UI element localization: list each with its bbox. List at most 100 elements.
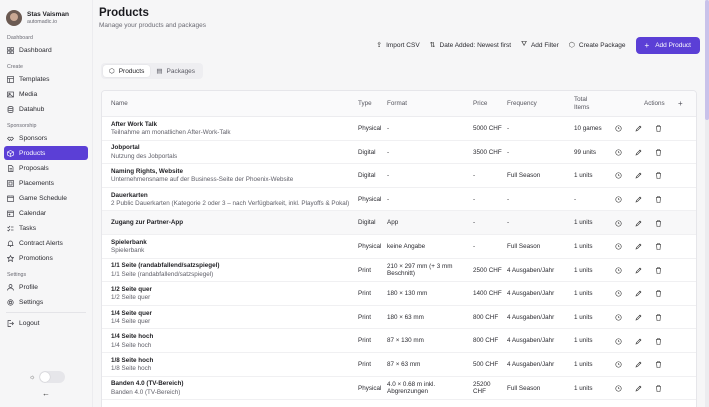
tab-packages[interactable]: ▤ Packages <box>150 65 201 77</box>
main-content: Products Manage your products and packag… <box>93 0 709 407</box>
scroll-thumb[interactable] <box>705 0 709 120</box>
sidebar-item-game-schedule[interactable]: Game Schedule <box>4 191 88 205</box>
add-filter-button[interactable]: ⛛ Add Filter <box>521 41 559 49</box>
edit-icon[interactable] <box>635 259 642 283</box>
sort-button[interactable]: ⇅ Date Added: Newest first <box>430 41 511 50</box>
history-icon[interactable] <box>615 329 622 353</box>
delete-icon[interactable] <box>655 329 662 353</box>
table-row[interactable]: 1/1 Seite (randabfallend/satzspiegel) 1/… <box>102 259 696 283</box>
sidebar-item-products[interactable]: Products <box>4 146 88 160</box>
history-icon[interactable] <box>615 259 622 283</box>
history-icon[interactable] <box>615 188 622 212</box>
sidebar-item-dashboard[interactable]: Dashboard <box>4 43 88 57</box>
edit-icon[interactable] <box>635 353 642 377</box>
sidebar-item-placements[interactable]: Placements <box>4 176 88 190</box>
edit-icon[interactable] <box>635 377 642 401</box>
header-total-items[interactable]: Total Items <box>574 91 600 117</box>
delete-icon[interactable] <box>655 117 662 141</box>
add-column-icon[interactable]: + <box>678 91 683 117</box>
page-scrollbar[interactable] <box>705 0 709 407</box>
delete-icon[interactable] <box>655 141 662 165</box>
header-price[interactable]: Price <box>473 91 487 117</box>
table-row[interactable]: Banden 4.0 (TV-Bereich) Banden 4.0 (TV-B… <box>102 377 696 401</box>
history-icon[interactable] <box>615 306 622 330</box>
table-body: After Work Talk Teilnahme am monatlichen… <box>102 117 696 407</box>
delete-icon[interactable] <box>655 211 662 235</box>
product-description: 1/4 Seite quer <box>111 318 151 326</box>
delete-icon[interactable] <box>655 353 662 377</box>
edit-icon[interactable] <box>635 188 642 212</box>
edit-icon[interactable] <box>635 329 642 353</box>
history-icon[interactable] <box>615 353 622 377</box>
table-row[interactable]: After Work Talk Teilnahme am monatlichen… <box>102 117 696 141</box>
edit-icon[interactable] <box>635 211 642 235</box>
table-row[interactable]: Spielerbank Spielerbank Physical keine A… <box>102 235 696 259</box>
edit-icon[interactable] <box>635 306 642 330</box>
history-icon[interactable] <box>615 211 622 235</box>
edit-icon[interactable] <box>635 141 642 165</box>
edit-icon[interactable] <box>635 400 642 407</box>
product-name: 1/8 Seite hoch <box>111 356 154 364</box>
table-row[interactable]: 1/4 Seite hoch 1/4 Seite hoch Print 87 ×… <box>102 329 696 353</box>
history-icon[interactable] <box>615 377 622 401</box>
collapse-sidebar-icon[interactable]: ← <box>42 389 50 398</box>
theme-toggle[interactable] <box>39 371 66 383</box>
history-icon[interactable] <box>615 282 622 306</box>
delete-icon[interactable] <box>655 282 662 306</box>
header-type[interactable]: Type <box>358 91 372 117</box>
table-row[interactable]: Banden 4.0 (Nicht TV-Bereich) 4.0 × 0.68… <box>102 400 696 407</box>
table-row[interactable]: Zugang zur Partner-App Digital App - - 1… <box>102 211 696 235</box>
header-format[interactable]: Format <box>387 91 407 117</box>
history-icon[interactable] <box>615 141 622 165</box>
delete-icon[interactable] <box>655 377 662 401</box>
history-icon[interactable] <box>615 235 622 259</box>
table-row[interactable]: 1/8 Seite hoch 1/8 Seite hoch Print 87 ×… <box>102 353 696 377</box>
header-name[interactable]: Name <box>111 91 128 117</box>
sidebar-item-proposals[interactable]: Proposals <box>4 161 88 175</box>
user-profile[interactable]: Stas Vaisman automadic.io <box>0 0 92 28</box>
sidebar-item-datahub[interactable]: Datahub <box>4 102 88 116</box>
sidebar-item-tasks[interactable]: Tasks <box>4 221 88 235</box>
sidebar-item-media[interactable]: Media <box>4 87 88 101</box>
sidebar-item-logout[interactable]: Logout <box>4 316 88 330</box>
sidebar-item-settings[interactable]: Settings <box>4 295 88 309</box>
table-row[interactable]: Dauerkarten 2 Public Dauerkarten (Katego… <box>102 188 696 212</box>
product-format: 4.0 × 0.68 m inkl. Abgrenzungen <box>387 380 436 396</box>
add-product-button[interactable]: + Add Product <box>635 36 700 54</box>
product-description: 1/4 Seite hoch <box>111 341 152 349</box>
delete-icon[interactable] <box>655 235 662 259</box>
delete-icon[interactable] <box>655 259 662 283</box>
product-format: 210 × 297 mm (+ 3 mm Beschnitt) <box>387 262 453 278</box>
history-icon[interactable] <box>615 400 622 407</box>
product-description: 1/8 Seite hoch <box>111 365 152 373</box>
schedule-icon <box>7 195 14 202</box>
sidebar-item-calendar[interactable]: Calendar <box>4 206 88 220</box>
table-row[interactable]: 1/2 Seite quer 1/2 Seite quer Print 180 … <box>102 282 696 306</box>
delete-icon[interactable] <box>655 164 662 188</box>
sidebar-item-contract-alerts[interactable]: Contract Alerts <box>4 236 88 250</box>
delete-icon[interactable] <box>655 400 662 407</box>
sidebar-item-sponsors[interactable]: Sponsors <box>4 131 88 145</box>
header-frequency[interactable]: Frequency <box>507 91 537 117</box>
product-price: 800 CHF <box>473 313 499 321</box>
sidebar-item-promotions[interactable]: Promotions <box>4 251 88 265</box>
product-total-items: 1 units <box>574 219 593 227</box>
edit-icon[interactable] <box>635 235 642 259</box>
delete-icon[interactable] <box>655 306 662 330</box>
table-row[interactable]: Jobportal Nutzung des Jobportals Digital… <box>102 141 696 165</box>
sidebar-item-templates[interactable]: Templates <box>4 72 88 86</box>
history-icon[interactable] <box>615 164 622 188</box>
create-package-button[interactable]: ⬡ Create Package <box>569 41 626 50</box>
delete-icon[interactable] <box>655 188 662 212</box>
sidebar-item-profile[interactable]: Profile <box>4 280 88 294</box>
edit-icon[interactable] <box>635 282 642 306</box>
sidebar-item-label: Calendar <box>19 209 47 217</box>
sidebar-item-label: Sponsors <box>19 134 48 142</box>
table-row[interactable]: 1/4 Seite quer 1/4 Seite quer Print 180 … <box>102 306 696 330</box>
import-csv-button[interactable]: ⇪ Import CSV <box>376 41 419 50</box>
edit-icon[interactable] <box>635 164 642 188</box>
edit-icon[interactable] <box>635 117 642 141</box>
history-icon[interactable] <box>615 117 622 141</box>
tab-products[interactable]: ⬡ Products <box>103 65 151 77</box>
table-row[interactable]: Naming Rights, Website Unternehmensname … <box>102 164 696 188</box>
